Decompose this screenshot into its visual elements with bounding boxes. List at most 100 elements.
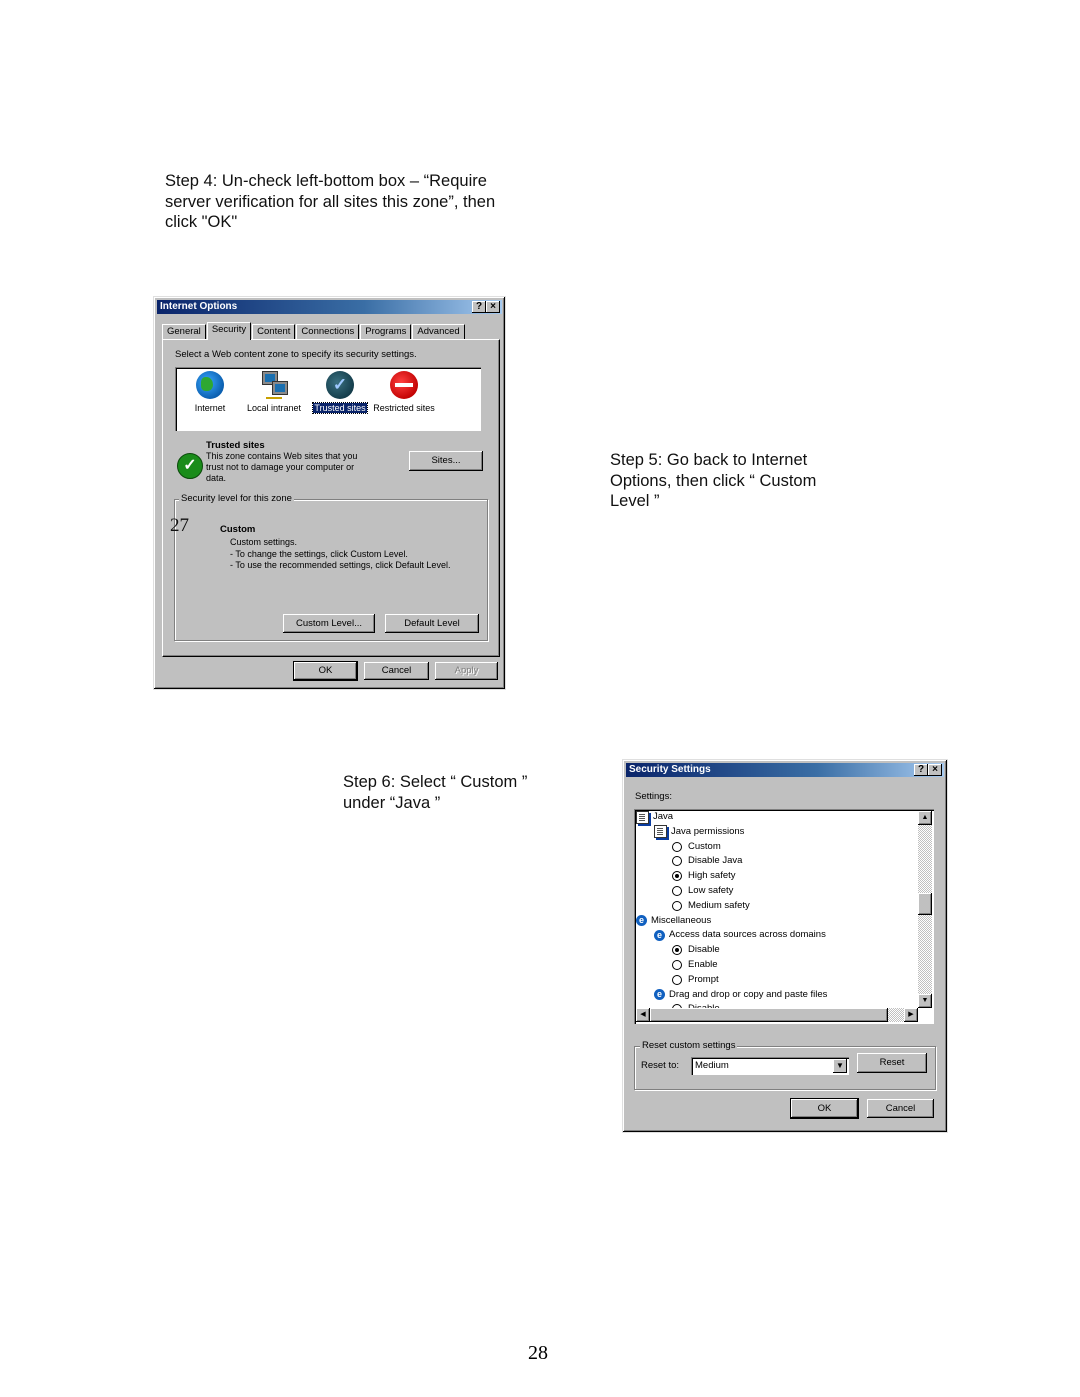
- setting-label: Access data sources across domains: [669, 929, 826, 941]
- setting-label: Enable: [688, 959, 718, 970]
- scroll-left-button[interactable]: ◀: [636, 1008, 650, 1022]
- default-level-button[interactable]: Default Level: [385, 614, 479, 633]
- reset-legend: Reset custom settings: [640, 1040, 738, 1051]
- scroll-right-button[interactable]: ▶: [904, 1008, 918, 1022]
- setting-option[interactable]: Low safety: [672, 884, 733, 898]
- custom-level-button[interactable]: Custom Level...: [283, 614, 375, 633]
- tab-advanced[interactable]: Advanced: [412, 324, 465, 339]
- desc-line: Custom settings.: [230, 537, 298, 547]
- setting-option[interactable]: Medium safety: [672, 899, 750, 913]
- tab-programs[interactable]: Programs: [360, 324, 412, 339]
- security-settings-dialog: Security Settings ? × Settings: Disable e…: [622, 759, 948, 1133]
- security-tab-panel: Select a Web content zone to specify its…: [162, 339, 500, 657]
- overlay-page-number: 27: [170, 515, 189, 536]
- setting-label: Medium safety: [688, 899, 750, 911]
- close-button[interactable]: ×: [928, 764, 942, 776]
- reset-to-select[interactable]: Medium ▼: [691, 1057, 849, 1075]
- setting-label: Miscellaneous: [651, 914, 712, 926]
- network-computers-icon: [260, 371, 288, 399]
- radio-unchecked-icon: [672, 841, 682, 852]
- radio-unchecked-icon: [672, 886, 682, 896]
- zone-trusted-sites[interactable]: ✓ Trusted sites: [307, 371, 373, 414]
- title-bar: Security Settings ? ×: [626, 763, 944, 777]
- zone-restricted-sites[interactable]: Restricted sites: [372, 371, 436, 413]
- ok-button[interactable]: OK: [293, 661, 358, 681]
- setting-category[interactable]: Java permissions: [654, 825, 744, 839]
- sites-button[interactable]: Sites...: [409, 451, 483, 471]
- tab-connections[interactable]: Connections: [296, 324, 360, 339]
- setting-category[interactable]: e Miscellaneous: [636, 914, 711, 928]
- ie-settings-icon: e: [654, 929, 665, 941]
- cancel-button[interactable]: Cancel: [867, 1099, 934, 1118]
- desc-line: - To change the settings, click Custom L…: [230, 548, 408, 559]
- tab-content[interactable]: Content: [252, 324, 296, 339]
- close-button[interactable]: ×: [486, 301, 500, 313]
- checkmark-icon: ✓: [326, 371, 354, 399]
- radio-unchecked-icon: [672, 856, 682, 867]
- setting-label: Java permissions: [671, 825, 745, 837]
- scroll-up-button[interactable]: ▲: [918, 811, 932, 825]
- step-5-instruction: Step 5: Go back to Internet Options, the…: [610, 451, 817, 510]
- custom-level-label: Custom Level...: [296, 618, 362, 629]
- help-button[interactable]: ?: [914, 764, 928, 776]
- radio-unchecked-icon: [672, 960, 682, 970]
- cancel-button[interactable]: Cancel: [364, 662, 429, 680]
- setting-label: Java: [653, 811, 674, 822]
- chevron-down-icon[interactable]: ▼: [833, 1059, 847, 1073]
- setting-label: Low safety: [688, 885, 734, 896]
- help-button[interactable]: ?: [472, 301, 486, 313]
- setting-category[interactable]: Java: [636, 810, 673, 824]
- scroll-down-button[interactable]: ▼: [918, 994, 932, 1008]
- setting-category[interactable]: e Drag and drop or copy and paste files: [654, 988, 827, 1002]
- trusted-check-icon: ✓: [177, 453, 203, 479]
- reset-button[interactable]: Reset: [857, 1053, 927, 1073]
- zone-info-description: This zone contains Web sites that you tr…: [206, 451, 358, 483]
- zone-prompt: Select a Web content zone to specify its…: [175, 349, 417, 360]
- setting-option[interactable]: Enable: [672, 958, 718, 972]
- setting-label: Disable Java: [688, 855, 743, 867]
- document-icon: [636, 810, 649, 824]
- security-level-description: Custom settings. - To change the setting…: [230, 537, 450, 572]
- setting-label: Custom: [688, 840, 721, 852]
- radio-unchecked-icon: [672, 900, 682, 911]
- security-level-legend: Security level for this zone: [179, 493, 294, 504]
- radio-checked-icon: [672, 945, 682, 956]
- setting-label: Disable: [688, 944, 720, 956]
- setting-option[interactable]: Prompt: [672, 973, 719, 987]
- radio-unchecked-icon: [672, 974, 682, 985]
- ok-button[interactable]: OK: [790, 1098, 859, 1119]
- horizontal-scroll-thumb[interactable]: [650, 1008, 888, 1022]
- zone-label: Local intranet: [246, 403, 302, 413]
- apply-button[interactable]: Apply: [435, 662, 498, 680]
- setting-option[interactable]: Custom: [672, 840, 721, 854]
- settings-tree[interactable]: Disable e Drag and drop or copy and paste …: [634, 809, 934, 1024]
- setting-label: Prompt: [688, 973, 719, 985]
- setting-label: Drag and drop or copy and paste files: [669, 988, 828, 1000]
- dialog-title: Internet Options: [160, 301, 238, 312]
- zone-internet[interactable]: Internet: [177, 371, 243, 413]
- radio-checked-icon: [672, 871, 682, 882]
- setting-option[interactable]: Disable Java: [672, 854, 742, 868]
- tab-security[interactable]: Security: [206, 322, 252, 340]
- ie-settings-icon: e: [636, 915, 647, 927]
- setting-option[interactable]: Disable: [672, 943, 720, 957]
- ie-settings-icon: e: [654, 989, 665, 1001]
- desc-line: - To use the recommended settings, click…: [230, 560, 451, 570]
- document-icon: [654, 825, 667, 839]
- zone-label: Trusted sites: [312, 402, 368, 414]
- zone-label: Internet: [194, 403, 226, 413]
- dialog-title: Security Settings: [629, 764, 711, 775]
- reset-to-label: Reset to:: [641, 1060, 680, 1071]
- tab-general[interactable]: General: [162, 324, 206, 339]
- sites-button-label: Sites...: [431, 455, 461, 466]
- setting-category[interactable]: e Access data sources across domains: [654, 928, 826, 942]
- security-level-name: Custom: [220, 524, 256, 535]
- zone-local-intranet[interactable]: Local intranet: [241, 371, 307, 413]
- horizontal-scrollbar[interactable]: ◀ ▶: [636, 1008, 918, 1022]
- scroll-thumb[interactable]: [918, 893, 932, 915]
- vertical-scrollbar[interactable]: ▲ ▼: [918, 811, 932, 1008]
- setting-option[interactable]: High safety: [672, 869, 736, 883]
- default-level-label: Default Level: [404, 618, 460, 629]
- title-bar: Internet Options ? ×: [157, 300, 502, 314]
- page-number: 28: [528, 1342, 548, 1364]
